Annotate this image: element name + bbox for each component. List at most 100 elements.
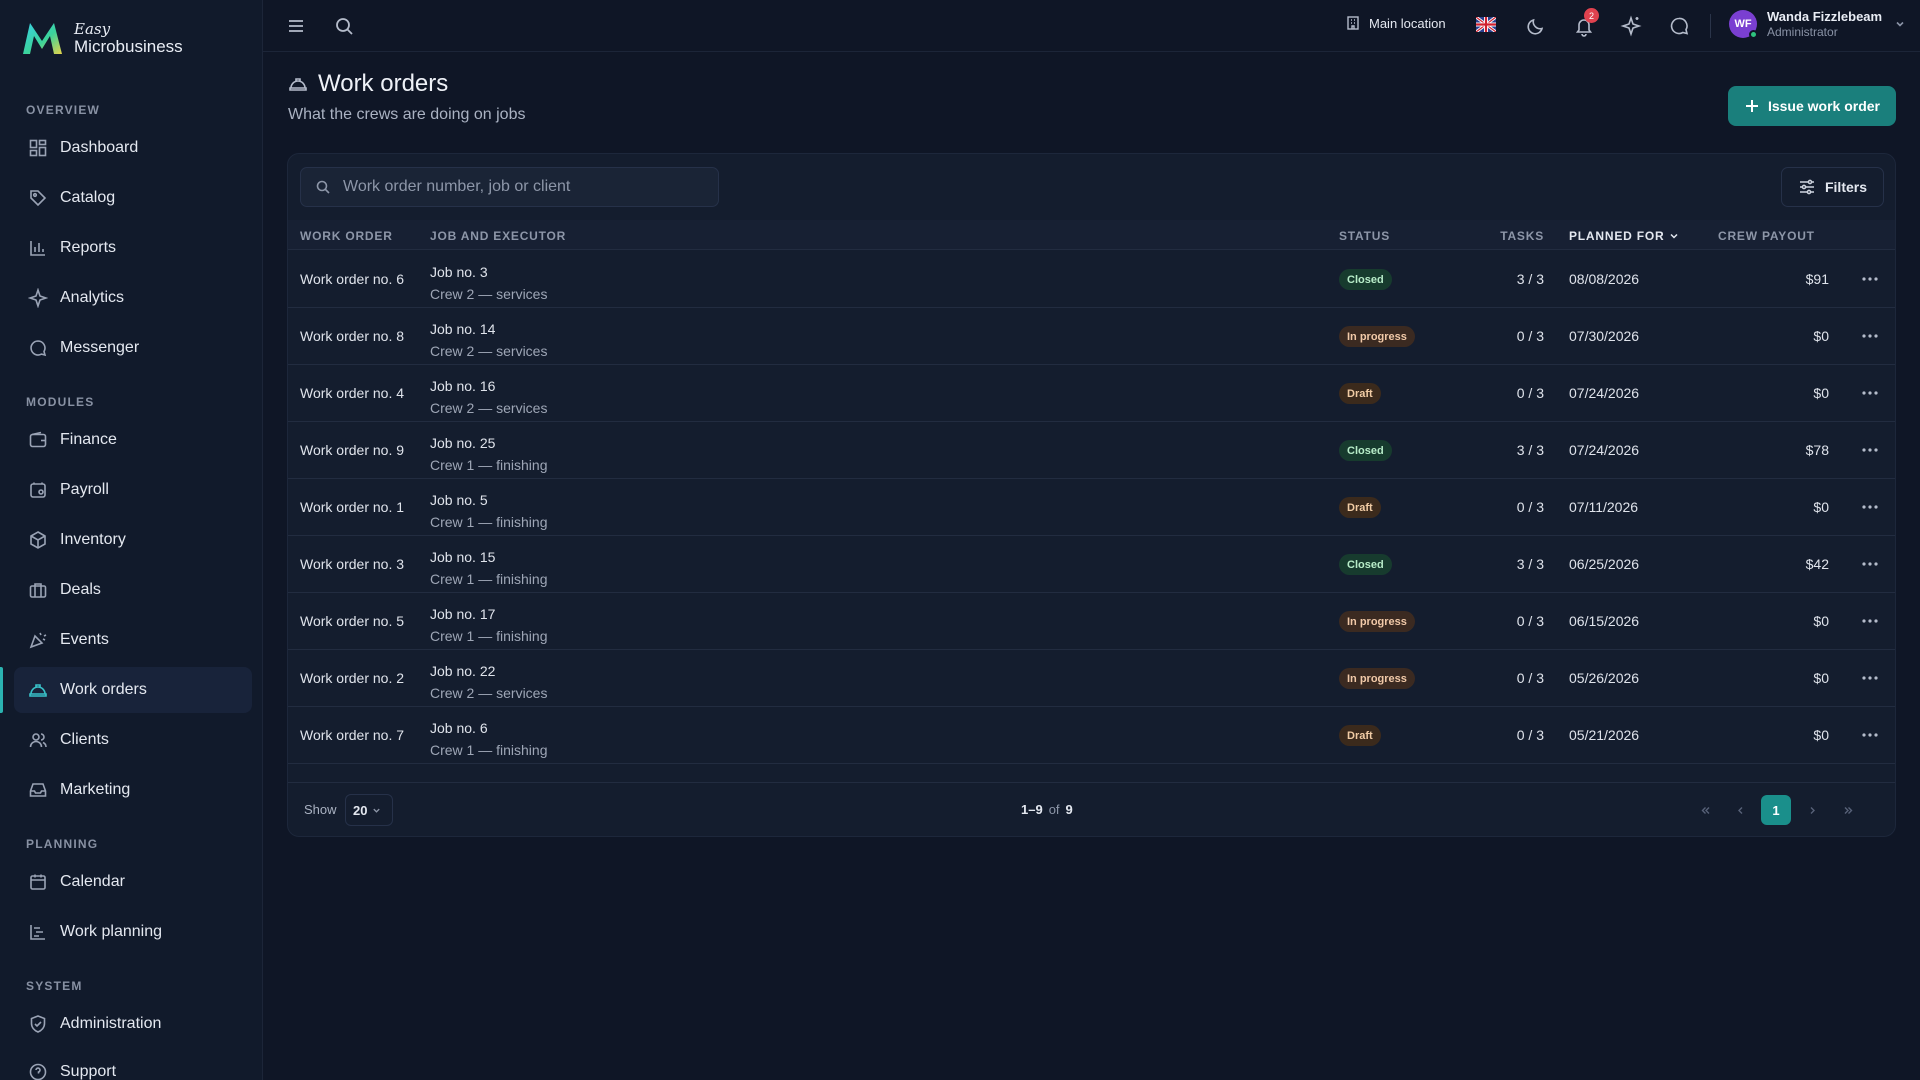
sparkle-icon[interactable] xyxy=(1620,15,1642,37)
work-order-number[interactable]: Work order no. 3 xyxy=(300,556,404,572)
column-work-order[interactable]: WORK ORDER xyxy=(300,229,393,243)
work-order-number[interactable]: Work order no. 7 xyxy=(300,727,404,743)
table-row[interactable]: Work order no. 6 Job no. 3 Crew 2 — servic… xyxy=(288,251,1895,308)
more-actions-icon[interactable] xyxy=(1860,669,1880,687)
sidebar-item-finance[interactable]: Finance xyxy=(14,417,252,463)
last-page-button[interactable] xyxy=(1833,795,1863,825)
menu-icon[interactable] xyxy=(285,15,307,37)
tasks-count: 3 / 3 xyxy=(1516,442,1544,458)
column-planned-for[interactable]: PLANNED FOR xyxy=(1569,229,1679,243)
search-field[interactable] xyxy=(300,167,719,207)
uk-flag-icon[interactable] xyxy=(1476,17,1496,32)
table-row[interactable]: Work order no. 1 Job no. 5 Crew 1 — finish… xyxy=(288,479,1895,536)
job-executor-cell: Job no. 5 Crew 1 — finishing xyxy=(430,489,548,533)
more-actions-icon[interactable] xyxy=(1860,327,1880,345)
sidebar-item-analytics[interactable]: Analytics xyxy=(14,275,252,321)
sidebar-item-messenger[interactable]: Messenger xyxy=(14,325,252,371)
current-page-number: 1 xyxy=(1772,802,1780,818)
sidebar-item-dashboard[interactable]: Dashboard xyxy=(14,125,252,171)
sidebar-item-support[interactable]: Support xyxy=(14,1049,252,1080)
column-planned-for-label: PLANNED FOR xyxy=(1569,229,1665,243)
search-input[interactable] xyxy=(343,178,703,196)
chevron-left-icon xyxy=(1737,806,1742,814)
moon-icon[interactable] xyxy=(1525,15,1547,37)
crew-payout: $0 xyxy=(1813,727,1829,743)
tasks-count: 0 / 3 xyxy=(1516,613,1544,629)
chevron-down-icon xyxy=(1670,233,1678,239)
work-order-number[interactable]: Work order no. 1 xyxy=(300,499,404,515)
page-1-button[interactable]: 1 xyxy=(1761,795,1791,825)
column-crew-payout[interactable]: CREW PAYOUT xyxy=(1718,229,1815,243)
prev-page-button[interactable] xyxy=(1725,795,1755,825)
table-row[interactable]: Work order no. 4 Job no. 16 Crew 2 — servi… xyxy=(288,365,1895,422)
filters-button[interactable]: Filters xyxy=(1781,167,1884,207)
sidebar-item-administration[interactable]: Administration xyxy=(14,1001,252,1047)
crew-payout: $42 xyxy=(1805,556,1829,572)
table-row[interactable]: Work order no. 8 Job no. 14 Crew 2 — servi… xyxy=(288,308,1895,365)
location-selector[interactable]: Main location xyxy=(1345,15,1446,31)
work-order-number[interactable]: Work order no. 2 xyxy=(300,670,404,686)
job-number[interactable]: Job no. 5 xyxy=(430,489,548,511)
search-icon xyxy=(316,180,330,194)
job-number[interactable]: Job no. 22 xyxy=(430,660,547,682)
column-job-executor[interactable]: JOB AND EXECUTOR xyxy=(430,229,566,243)
more-actions-icon[interactable] xyxy=(1860,555,1880,573)
search-icon[interactable] xyxy=(333,15,355,37)
sidebar-item-marketing[interactable]: Marketing xyxy=(14,767,252,813)
column-tasks[interactable]: TASKS xyxy=(1500,229,1544,243)
job-number[interactable]: Job no. 25 xyxy=(430,432,548,454)
job-number[interactable]: Job no. 15 xyxy=(430,546,548,568)
table-row[interactable]: Work order no. 3 Job no. 15 Crew 1 — finis… xyxy=(288,536,1895,593)
crew-payout: $0 xyxy=(1813,499,1829,515)
work-order-number[interactable]: Work order no. 4 xyxy=(300,385,404,401)
more-actions-icon[interactable] xyxy=(1860,726,1880,744)
sidebar-item-work-orders[interactable]: Work orders xyxy=(14,667,252,713)
job-number[interactable]: Job no. 14 xyxy=(430,318,547,340)
user-menu[interactable]: WF Wanda Fizzlebeam Administrator xyxy=(1729,9,1906,39)
sidebar-item-reports[interactable]: Reports xyxy=(14,225,252,271)
planned-date: 05/26/2026 xyxy=(1569,670,1640,686)
work-order-number[interactable]: Work order no. 8 xyxy=(300,328,404,344)
more-actions-icon[interactable] xyxy=(1860,612,1880,630)
job-executor-cell: Job no. 14 Crew 2 — services xyxy=(430,318,547,362)
work-order-number[interactable]: Work order no. 5 xyxy=(300,613,404,629)
more-actions-icon[interactable] xyxy=(1860,384,1880,402)
chevron-down-icon xyxy=(373,808,381,813)
tasks-count: 3 / 3 xyxy=(1516,271,1544,287)
sidebar-item-label: Calendar xyxy=(60,873,125,890)
more-actions-icon[interactable] xyxy=(1860,441,1880,459)
page-size-select[interactable]: 20 xyxy=(345,794,393,826)
column-status[interactable]: STATUS xyxy=(1339,229,1390,243)
sidebar-item-inventory[interactable]: Inventory xyxy=(14,517,252,563)
table-row[interactable]: Work order no. 9 Job no. 25 Crew 1 — finis… xyxy=(288,422,1895,479)
sidebar-item-calendar[interactable]: Calendar xyxy=(14,859,252,905)
job-number[interactable]: Job no. 3 xyxy=(430,261,547,283)
planned-date: 07/24/2026 xyxy=(1569,442,1640,458)
work-order-number[interactable]: Work order no. 9 xyxy=(300,442,404,458)
more-actions-icon[interactable] xyxy=(1860,270,1880,288)
more-actions-icon[interactable] xyxy=(1860,498,1880,516)
job-number[interactable]: Job no. 16 xyxy=(430,375,547,397)
chat-icon[interactable] xyxy=(1668,15,1690,37)
table-row[interactable]: Work order no. 5 Job no. 17 Crew 1 — finis… xyxy=(288,593,1895,650)
sidebar-item-catalog[interactable]: Catalog xyxy=(14,175,252,221)
sidebar-item-clients[interactable]: Clients xyxy=(14,717,252,763)
work-order-number[interactable]: Work order no. 6 xyxy=(300,271,404,287)
sidebar-item-deals[interactable]: Deals xyxy=(14,567,252,613)
table-row[interactable]: Work order no. 2 Job no. 22 Crew 2 — servi… xyxy=(288,650,1895,707)
issue-work-order-button[interactable]: Issue work order xyxy=(1728,86,1896,126)
sidebar-item-work-planning[interactable]: Work planning xyxy=(14,909,252,955)
status-badge: In progress xyxy=(1339,668,1415,689)
page-subtitle: What the crews are doing on jobs xyxy=(288,106,526,123)
dashboard-icon xyxy=(28,138,48,158)
sidebar-item-payroll[interactable]: Payroll xyxy=(14,467,252,513)
sidebar-item-events[interactable]: Events xyxy=(14,617,252,663)
planned-date: 05/21/2026 xyxy=(1569,727,1640,743)
crew-name: Crew 2 — services xyxy=(430,286,548,302)
job-number[interactable]: Job no. 17 xyxy=(430,603,548,625)
job-number[interactable]: Job no. 6 xyxy=(430,717,548,739)
first-page-button[interactable] xyxy=(1690,795,1720,825)
table-row[interactable]: Work order no. 7 Job no. 6 Crew 1 — finish… xyxy=(288,707,1895,764)
brand-logo[interactable]: Easy Microbusiness xyxy=(20,18,183,58)
next-page-button[interactable] xyxy=(1797,795,1827,825)
